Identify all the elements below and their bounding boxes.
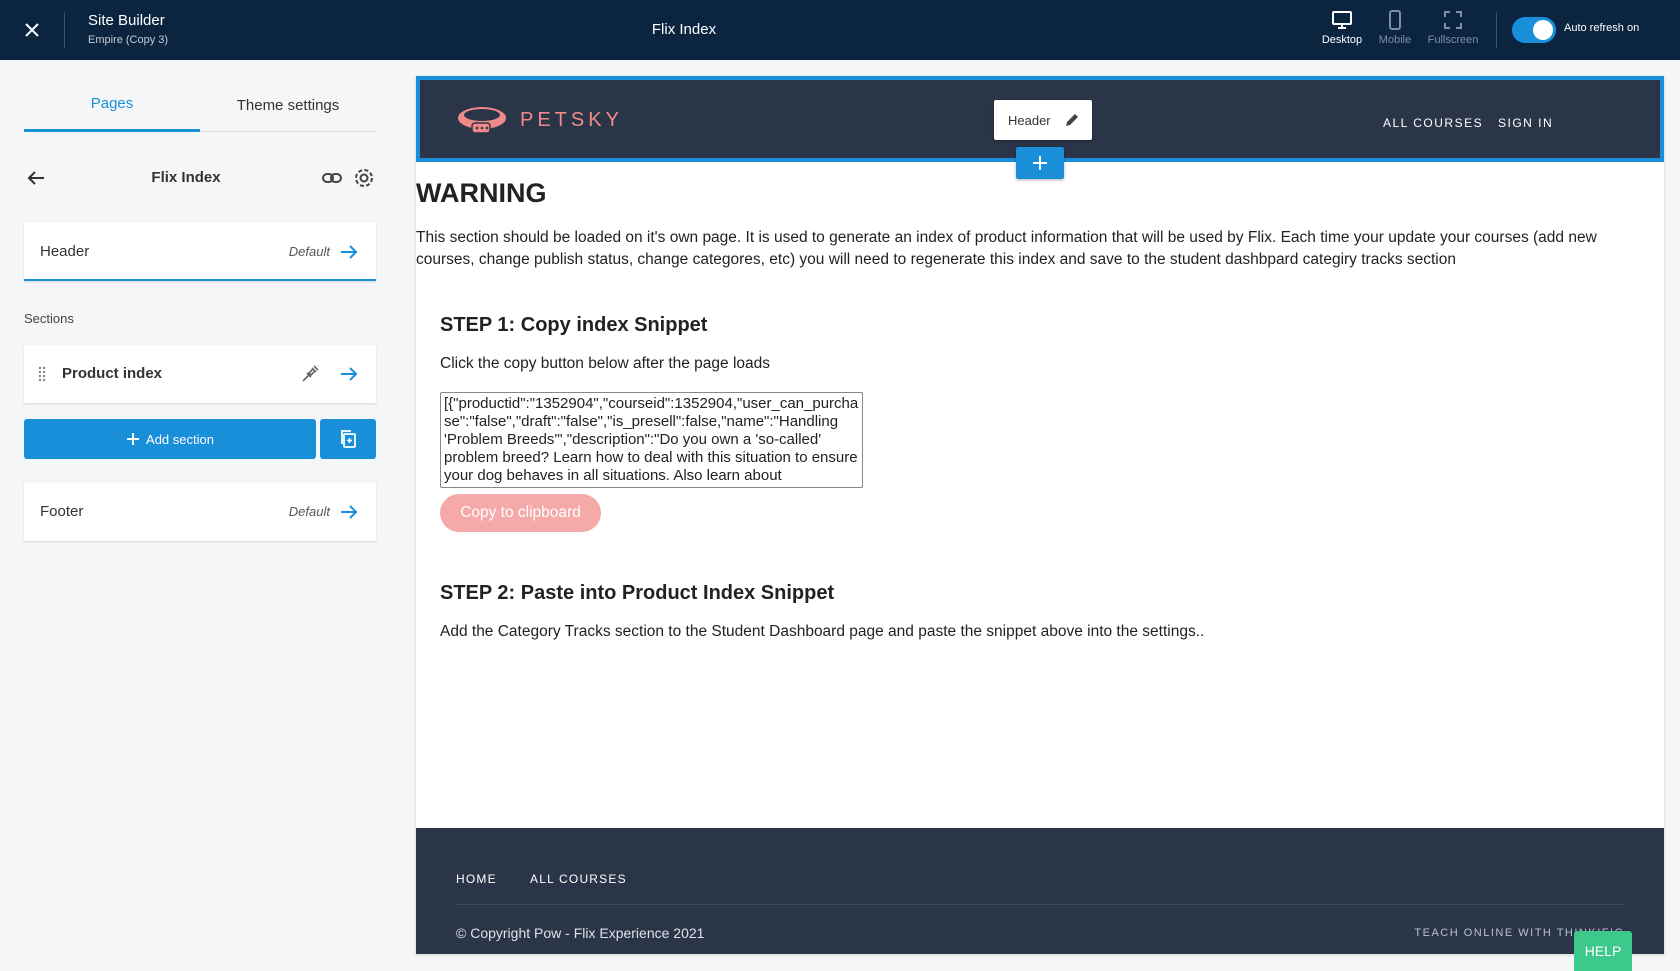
- sections-heading: Sections: [24, 311, 74, 326]
- header-edit-chip[interactable]: Header: [994, 100, 1092, 140]
- warning-text: This section should be loaded on it's ow…: [416, 229, 1597, 268]
- divider: [1496, 12, 1497, 48]
- help-button[interactable]: HELP: [1574, 931, 1632, 971]
- plus-icon: [1033, 156, 1047, 170]
- fullscreen-view-label: Fullscreen: [1427, 34, 1479, 46]
- top-bar: Site Builder Empire (Copy 3) Flix Index …: [0, 0, 1680, 60]
- gear-icon: [355, 169, 373, 187]
- mobile-view-label: Mobile: [1378, 34, 1412, 46]
- plus-icon: [127, 433, 140, 445]
- header-card-label: Header: [40, 243, 90, 260]
- step1-heading: STEP 1: Copy index Snippet: [440, 314, 708, 336]
- page-settings-button[interactable]: [352, 166, 376, 190]
- current-page-title: Flix Index: [651, 21, 717, 38]
- footer-nav-home[interactable]: HOME: [456, 872, 497, 886]
- copyright-text: © Copyright Pow - Flix Experience 2021: [456, 925, 705, 941]
- copy-icon: [341, 430, 356, 448]
- desktop-icon: [1332, 11, 1352, 29]
- copy-section-button[interactable]: [320, 419, 376, 459]
- page-name: Flix Index: [151, 169, 221, 186]
- arrow-right-icon: [341, 245, 358, 259]
- desktop-view-label: Desktop: [1321, 34, 1363, 46]
- auto-refresh-toggle[interactable]: [1512, 17, 1556, 43]
- auto-refresh-label: Auto refresh on: [1564, 22, 1640, 34]
- header-card[interactable]: Header Default: [24, 223, 376, 281]
- index-snippet-textarea[interactable]: [{"productid":"1352904","courseid":13529…: [440, 392, 863, 488]
- footer-default-tag: Default: [288, 504, 330, 519]
- section-card-product-index[interactable]: Product index: [24, 345, 376, 403]
- step2-heading: STEP 2: Paste into Product Index Snippet: [440, 582, 835, 604]
- footer-card-label: Footer: [40, 503, 84, 520]
- page-row: Flix Index: [24, 160, 376, 196]
- logo-text: PETSKY: [520, 108, 623, 131]
- collar-logo-icon: [458, 107, 506, 134]
- sidebar: Pages Theme settings Flix Index Header D…: [0, 60, 400, 971]
- drag-handle-icon[interactable]: [38, 366, 46, 382]
- site-logo[interactable]: PETSKY: [456, 100, 623, 140]
- warning-heading: WARNING: [416, 178, 547, 208]
- arrow-right-icon: [341, 505, 358, 519]
- add-section-button[interactable]: Add section: [24, 419, 316, 459]
- fullscreen-icon: [1444, 11, 1462, 29]
- mobile-icon: [1389, 10, 1401, 30]
- step2-instructions: Add the Category Tracks section to the S…: [440, 623, 1205, 640]
- sidebar-tabs: Pages Theme settings: [24, 78, 376, 132]
- site-preview: PETSKY Header ALL COURSES SIGN IN WARNIN…: [416, 76, 1664, 954]
- tab-theme-settings[interactable]: Theme settings: [200, 78, 376, 132]
- footer-nav-all-courses[interactable]: ALL COURSES: [530, 872, 627, 886]
- tab-pages[interactable]: Pages: [24, 78, 200, 132]
- fullscreen-view-button[interactable]: Fullscreen: [1421, 10, 1485, 52]
- nav-all-courses[interactable]: ALL COURSES: [1383, 116, 1483, 130]
- arrow-right-icon: [341, 367, 358, 381]
- section-label: Product index: [62, 365, 163, 382]
- add-section-plus-button[interactable]: [1016, 147, 1064, 179]
- toggle-knob: [1533, 20, 1553, 40]
- link-icon: [322, 173, 342, 183]
- mobile-view-button[interactable]: Mobile: [1363, 10, 1427, 52]
- nav-sign-in[interactable]: SIGN IN: [1498, 116, 1553, 130]
- copy-to-clipboard-button[interactable]: Copy to clipboard: [440, 494, 601, 532]
- plug-icon[interactable]: [300, 364, 320, 384]
- footer-card[interactable]: Footer Default: [24, 483, 376, 541]
- step1-instructions: Click the copy button below after the pa…: [440, 355, 771, 372]
- add-section-label: Add section: [146, 431, 214, 447]
- pencil-icon: [1066, 114, 1078, 126]
- page-link-button[interactable]: [320, 166, 344, 190]
- header-default-tag: Default: [288, 244, 330, 259]
- header-chip-label: Header: [1008, 112, 1051, 128]
- site-footer[interactable]: HOME ALL COURSES © Copyright Pow - Flix …: [416, 828, 1664, 954]
- footer-divider: [456, 904, 1624, 905]
